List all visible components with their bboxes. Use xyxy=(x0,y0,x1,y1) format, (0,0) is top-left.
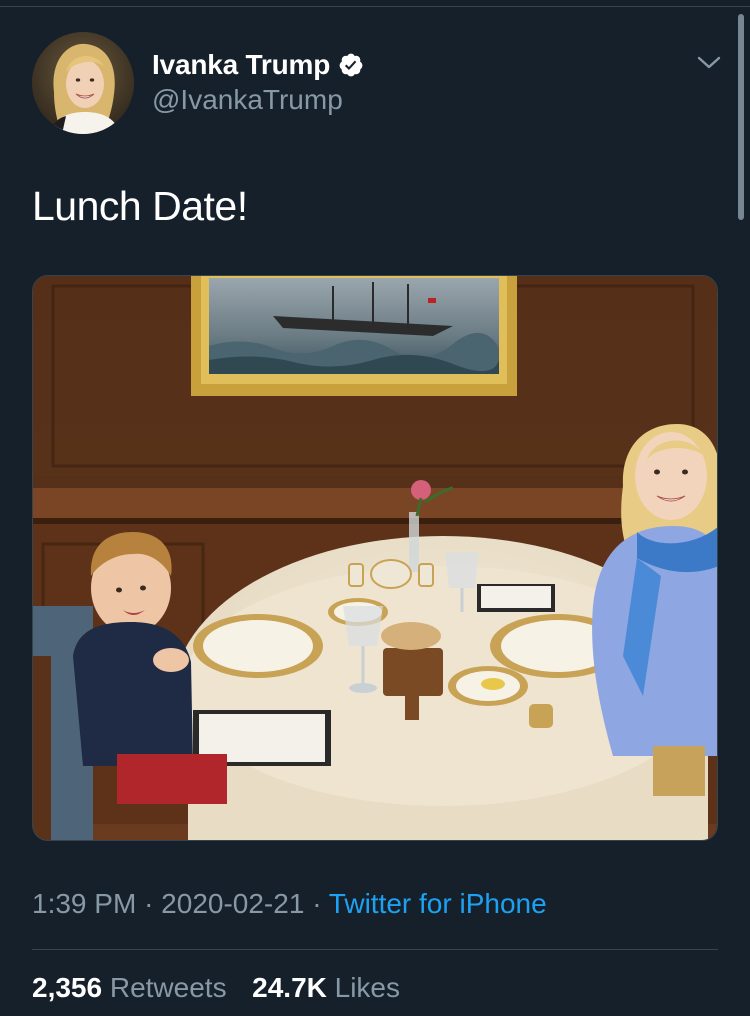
verified-badge-icon xyxy=(338,52,364,78)
avatar-photo xyxy=(32,32,134,134)
author-name[interactable]: Ivanka Trump xyxy=(152,49,330,81)
retweets-stat[interactable]: 2,356 Retweets xyxy=(32,972,234,1003)
author-name-row[interactable]: Ivanka Trump xyxy=(152,46,364,84)
meta-separator: · xyxy=(144,888,154,919)
tweet-stats-row: 2,356 Retweets 24.7K Likes xyxy=(32,972,400,1004)
likes-label: Likes xyxy=(334,972,401,1003)
chevron-down-icon[interactable] xyxy=(696,52,722,74)
meta-separator: · xyxy=(312,888,322,919)
tweet-date[interactable]: 2020-02-21 xyxy=(161,888,304,919)
tweet-meta-row: 1:39 PM · 2020-02-21 · Twitter for iPhon… xyxy=(32,888,547,920)
tweet-detail-page: Ivanka Trump @IvankaTrump Lunch Date! 1:… xyxy=(0,0,750,1016)
scrollbar[interactable] xyxy=(738,14,744,220)
avatar[interactable] xyxy=(32,32,134,134)
author-handle[interactable]: @IvankaTrump xyxy=(152,84,343,116)
tweet-source-link[interactable]: Twitter for iPhone xyxy=(329,888,547,919)
top-divider xyxy=(0,6,750,7)
photo-image xyxy=(33,276,717,840)
tweet-time[interactable]: 1:39 PM xyxy=(32,888,136,919)
stats-divider xyxy=(32,949,718,950)
retweets-count: 2,356 xyxy=(32,972,103,1003)
likes-count: 24.7K xyxy=(252,972,327,1003)
tweet-photo[interactable] xyxy=(32,275,718,841)
likes-stat[interactable]: 24.7K Likes xyxy=(252,972,400,1003)
retweets-label: Retweets xyxy=(109,972,227,1003)
tweet-text: Lunch Date! xyxy=(32,183,248,229)
